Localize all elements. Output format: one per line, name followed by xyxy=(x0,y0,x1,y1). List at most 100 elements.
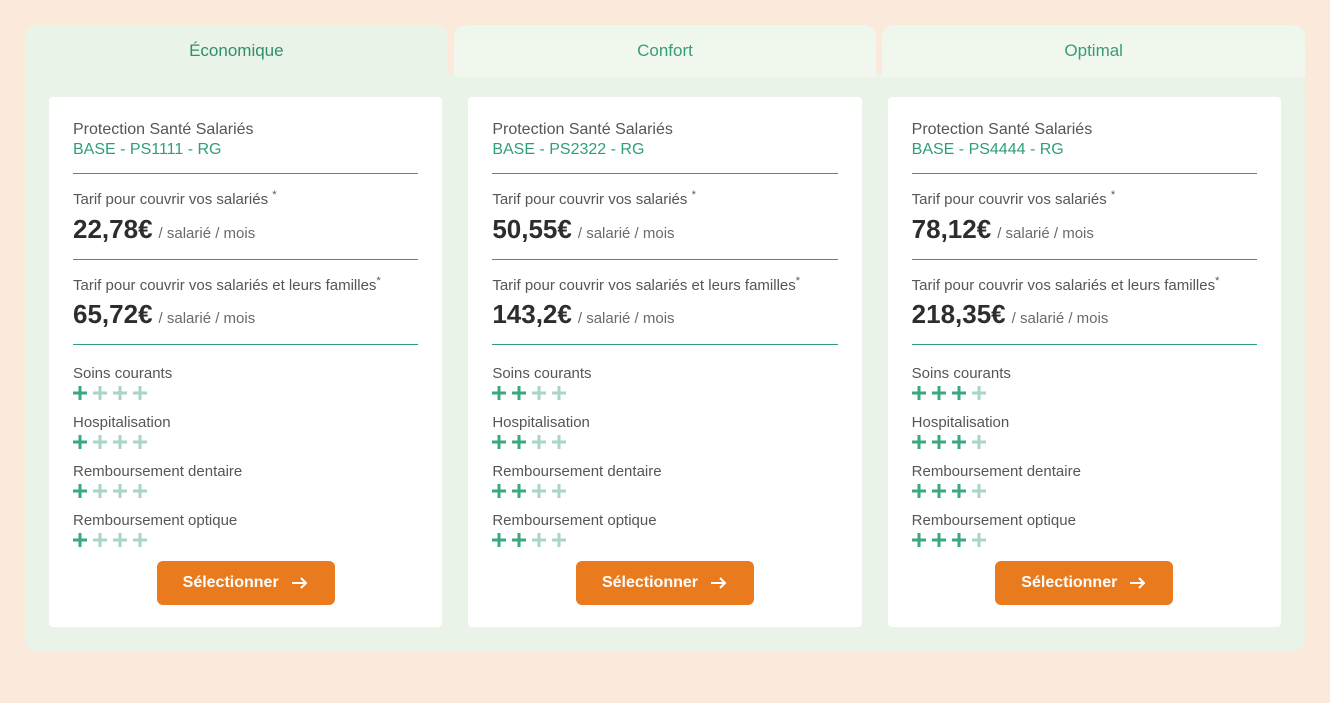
plus-icon xyxy=(133,484,147,498)
plus-icon xyxy=(113,484,127,498)
select-button[interactable]: Sélectionner xyxy=(157,561,335,605)
tab-economique[interactable]: Économique xyxy=(25,25,448,77)
select-button-row: Sélectionner xyxy=(912,561,1257,605)
price-unit: / salarié / mois xyxy=(997,225,1094,242)
price-unit: / salarié / mois xyxy=(578,310,675,327)
plus-icon xyxy=(972,435,986,449)
plus-icon xyxy=(492,386,506,400)
plus-icon xyxy=(552,484,566,498)
plus-icon xyxy=(133,435,147,449)
rating-row xyxy=(492,435,837,449)
plus-icon xyxy=(113,435,127,449)
plus-icon xyxy=(912,533,926,547)
plus-icon xyxy=(73,484,87,498)
plus-icon xyxy=(932,484,946,498)
rating-row xyxy=(492,533,837,547)
price-row: 22,78€ / salarié / mois xyxy=(73,214,418,245)
plus-icon xyxy=(932,533,946,547)
divider xyxy=(73,344,418,345)
plus-icon xyxy=(952,533,966,547)
arrow-right-icon xyxy=(291,576,309,590)
plus-icon xyxy=(932,386,946,400)
plus-icon xyxy=(552,435,566,449)
plus-icon xyxy=(512,484,526,498)
rating-row xyxy=(73,533,418,547)
product-title: Protection Santé Salariés xyxy=(73,121,418,139)
tarif-families-label: Tarif pour couvrir vos salariés et leurs… xyxy=(912,274,1257,296)
tarif-employees-label: Tarif pour couvrir vos salariés * xyxy=(492,188,837,210)
feature-dentaire: Remboursement dentaire xyxy=(73,463,418,480)
plus-icon xyxy=(912,435,926,449)
select-button-row: Sélectionner xyxy=(73,561,418,605)
tarif-employees-label: Tarif pour couvrir vos salariés * xyxy=(912,188,1257,210)
divider xyxy=(73,173,418,174)
divider xyxy=(492,344,837,345)
rating-row xyxy=(912,533,1257,547)
price-employees: 50,55€ xyxy=(492,214,572,245)
feature-soins: Soins courants xyxy=(492,365,837,382)
feature-optique: Remboursement optique xyxy=(73,512,418,529)
plus-icon xyxy=(932,435,946,449)
plus-icon xyxy=(512,386,526,400)
plus-icon xyxy=(73,435,87,449)
feature-hospitalisation: Hospitalisation xyxy=(492,414,837,431)
feature-dentaire: Remboursement dentaire xyxy=(912,463,1257,480)
product-title: Protection Santé Salariés xyxy=(492,121,837,139)
plan-card: Protection Santé Salariés BASE - PS4444 … xyxy=(888,97,1281,627)
plus-icon xyxy=(532,386,546,400)
plus-icon xyxy=(952,386,966,400)
plus-icon xyxy=(912,386,926,400)
tab-confort[interactable]: Confort xyxy=(454,25,877,77)
plus-icon xyxy=(492,435,506,449)
plus-icon xyxy=(552,386,566,400)
plus-icon xyxy=(532,435,546,449)
plus-icon xyxy=(512,533,526,547)
feature-optique: Remboursement optique xyxy=(492,512,837,529)
plus-icon xyxy=(73,386,87,400)
rating-row xyxy=(73,484,418,498)
tab-optimal[interactable]: Optimal xyxy=(882,25,1305,77)
plus-icon xyxy=(113,533,127,547)
price-unit: / salarié / mois xyxy=(159,225,256,242)
tarif-employees-label: Tarif pour couvrir vos salariés * xyxy=(73,188,418,210)
divider xyxy=(912,259,1257,260)
select-button[interactable]: Sélectionner xyxy=(995,561,1173,605)
plus-icon xyxy=(532,484,546,498)
select-button-row: Sélectionner xyxy=(492,561,837,605)
plus-icon xyxy=(492,484,506,498)
plus-icon xyxy=(93,386,107,400)
plus-icon xyxy=(952,484,966,498)
price-unit: / salarié / mois xyxy=(159,310,256,327)
price-unit: / salarié / mois xyxy=(1012,310,1109,327)
divider xyxy=(73,259,418,260)
plus-icon xyxy=(552,533,566,547)
price-row: 143,2€ / salarié / mois xyxy=(492,299,837,330)
select-button-label: Sélectionner xyxy=(602,574,698,592)
price-row: 50,55€ / salarié / mois xyxy=(492,214,837,245)
divider xyxy=(912,173,1257,174)
price-row: 218,35€ / salarié / mois xyxy=(912,299,1257,330)
price-row: 78,12€ / salarié / mois xyxy=(912,214,1257,245)
rating-row xyxy=(73,386,418,400)
rating-row xyxy=(73,435,418,449)
plus-icon xyxy=(912,484,926,498)
plus-icon xyxy=(532,533,546,547)
rating-row xyxy=(492,484,837,498)
select-button[interactable]: Sélectionner xyxy=(576,561,754,605)
rating-row xyxy=(912,484,1257,498)
divider xyxy=(492,173,837,174)
product-title: Protection Santé Salariés xyxy=(912,121,1257,139)
price-families: 218,35€ xyxy=(912,299,1006,330)
select-button-label: Sélectionner xyxy=(1021,574,1117,592)
tarif-families-label: Tarif pour couvrir vos salariés et leurs… xyxy=(492,274,837,296)
arrow-right-icon xyxy=(1129,576,1147,590)
rating-row xyxy=(912,435,1257,449)
product-code: BASE - PS2322 - RG xyxy=(492,141,837,159)
plus-icon xyxy=(73,533,87,547)
select-button-label: Sélectionner xyxy=(183,574,279,592)
plus-icon xyxy=(113,386,127,400)
plus-icon xyxy=(512,435,526,449)
price-families: 143,2€ xyxy=(492,299,572,330)
feature-hospitalisation: Hospitalisation xyxy=(73,414,418,431)
feature-soins: Soins courants xyxy=(912,365,1257,382)
